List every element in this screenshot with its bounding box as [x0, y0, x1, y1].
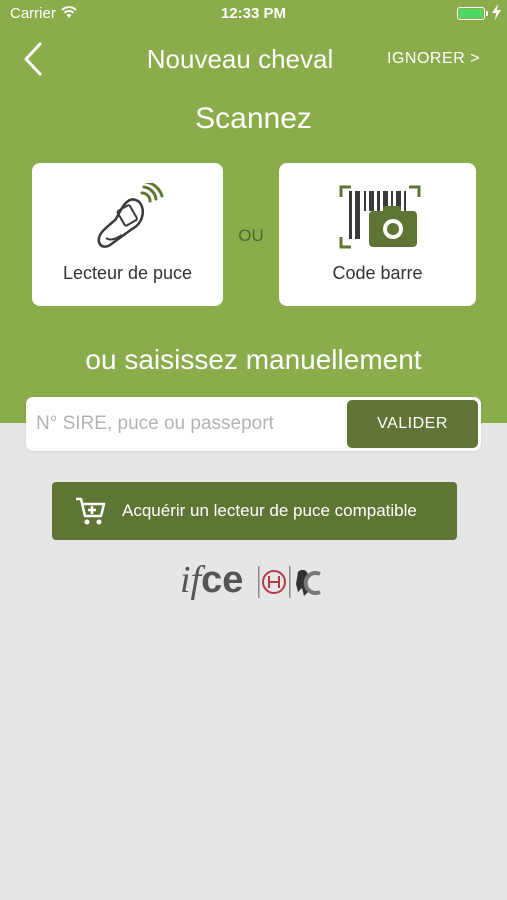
haras-emblem-icon [258, 566, 321, 598]
buy-reader-button[interactable]: Acquérir un lecteur de puce compatible [52, 482, 457, 540]
cart-icon [76, 497, 106, 525]
barcode-label: Code barre [332, 263, 423, 283]
battery-icon [457, 7, 488, 20]
status-bar: Carrier 12:33 PM [0, 0, 507, 28]
clock-label: 12:33 PM [220, 5, 287, 22]
ifce-logo: ifce [178, 556, 330, 606]
skip-button[interactable]: IGNORER > [387, 50, 480, 68]
ifce-wordmark: ifce [180, 559, 244, 601]
identifier-input[interactable] [36, 397, 346, 451]
navigation-bar: Nouveau cheval IGNORER > [0, 30, 507, 90]
barcode-camera-icon [339, 185, 421, 249]
charging-icon [492, 4, 501, 24]
separator-label: OU [238, 226, 264, 245]
chip-reader-icon [97, 183, 164, 248]
buy-reader-label: Acquérir un lecteur de puce compatible [122, 501, 417, 520]
manual-heading: ou saisissez manuellement [85, 344, 422, 375]
chip-reader-label: Lecteur de puce [62, 263, 193, 283]
barcode-option[interactable]: Code barre [279, 163, 476, 306]
validate-button[interactable]: VALIDER [347, 400, 478, 448]
search-field: VALIDER [26, 397, 481, 451]
chip-reader-option[interactable]: Lecteur de puce [32, 163, 223, 306]
scan-heading: Scannez [195, 102, 312, 135]
header-panel: Carrier 12:33 PM Nouveau cheval IGNORER … [0, 0, 507, 423]
